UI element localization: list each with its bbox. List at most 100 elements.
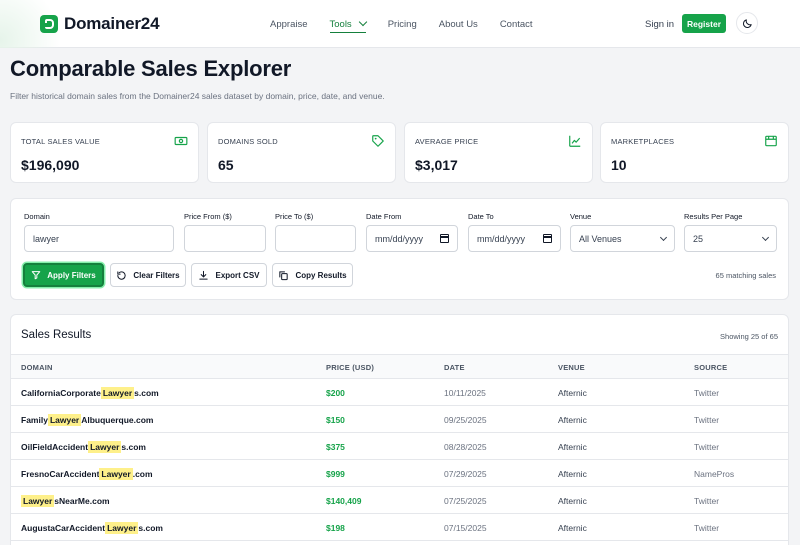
per-page-label: Results Per Page [684, 212, 743, 221]
domain-cell[interactable]: FresnoCarAccident Lawyer .com [21, 468, 153, 480]
register-button[interactable]: Register [682, 14, 726, 33]
price-cell: $200 [326, 388, 345, 398]
source-cell: Twitter [694, 415, 720, 425]
signin-link[interactable]: Sign in [645, 19, 674, 30]
date-cell: 09/25/2025 [444, 415, 487, 425]
results-title: Sales Results [21, 329, 92, 341]
stat-domains-sold: DOMAINS SOLD 65 [207, 122, 396, 183]
stat-marketplaces: MARKETPLACES 10 [600, 122, 789, 183]
tag-icon [372, 135, 384, 147]
domain-suffix: Albuquerque.com [81, 415, 154, 425]
domain-cell[interactable]: AugustaCarAccident Lawyer s.com [21, 522, 163, 534]
source-cell: Twitter [694, 388, 720, 398]
filter-icon [32, 271, 41, 280]
stat-label: MARKETPLACES [611, 137, 675, 146]
source-cell: NamePros [694, 469, 735, 479]
domain-prefix: CaliforniaCorporate [21, 388, 101, 398]
date-cell: 07/15/2025 [444, 523, 487, 533]
nav-link-about[interactable]: About Us [439, 0, 478, 48]
nav-link-contact[interactable]: Contact [500, 0, 533, 48]
calendar-icon[interactable] [543, 234, 552, 243]
copy-icon [279, 270, 289, 280]
stat-label: DOMAINS SOLD [218, 137, 278, 146]
domain-highlight: Lawyer [21, 495, 55, 507]
domain-prefix: OilFieldAccident [21, 442, 89, 452]
money-icon [174, 136, 188, 146]
domain-cell[interactable]: CaliforniaCorporate Lawyer s.com [21, 387, 159, 399]
chart-icon [569, 135, 581, 147]
venue-cell: Afternic [558, 388, 587, 398]
page-subtitle: Filter historical domain sales from the … [10, 91, 385, 101]
domain-highlight: Lawyer [99, 468, 133, 480]
export-csv-button[interactable]: Export CSV [191, 263, 267, 287]
source-cell: Twitter [694, 442, 720, 452]
source-cell: Twitter [694, 496, 720, 506]
apply-filters-label: Apply Filters [47, 270, 96, 280]
refresh-icon [117, 270, 126, 280]
venue-cell: Afternic [558, 469, 587, 479]
venue-cell: Afternic [558, 496, 587, 506]
theme-toggle-button[interactable] [736, 12, 758, 34]
per-page-select[interactable]: 25 [684, 225, 777, 252]
top-nav: Domainer24 Appraise Tools Pricing About … [0, 0, 800, 48]
price-from-label: Price From ($) [184, 212, 232, 221]
filters-panel: Domain lawyer Price From ($) Price To ($… [10, 198, 789, 300]
venue-select[interactable]: All Venues [570, 225, 675, 252]
table-row: AugustaCarAccident Lawyer s.com $198 07/15… [11, 514, 788, 541]
export-csv-label: Export CSV [215, 270, 260, 280]
stat-value: $196,090 [21, 157, 80, 173]
nav-link-appraise[interactable]: Appraise [270, 0, 308, 48]
logo-icon [40, 15, 58, 33]
date-from-value: mm/dd/yyyy [375, 233, 424, 244]
clear-filters-label: Clear Filters [133, 270, 180, 280]
price-to-input[interactable] [275, 225, 356, 252]
domain-suffix: s.com [138, 523, 163, 533]
moon-icon [742, 18, 752, 28]
showing-count: Showing 25 of 65 [720, 332, 778, 341]
domain-highlight: Lawyer [100, 387, 135, 399]
price-to-label: Price To ($) [275, 212, 314, 221]
results-panel: Sales Results Showing 25 of 65 DOMAIN PR… [10, 314, 789, 545]
table-row: Family Lawyer Albuquerque.com $150 09/25/2… [11, 406, 788, 433]
domain-suffix: s.com [121, 442, 146, 452]
table-header: DOMAIN PRICE (USD) DATE VENUE SOURCE [11, 354, 788, 379]
page-title: Comparable Sales Explorer [10, 56, 292, 81]
store-icon [765, 135, 777, 147]
domain-suffix: s.com [134, 388, 159, 398]
domain-highlight: Lawyer [47, 414, 82, 426]
column-header-venue[interactable]: VENUE [558, 363, 585, 372]
price-cell: $140,409 [326, 496, 362, 506]
source-cell: Twitter [694, 523, 720, 533]
copy-results-button[interactable]: Copy Results [272, 263, 353, 287]
stat-value: 10 [611, 157, 627, 173]
price-cell: $999 [326, 469, 345, 479]
date-from-input[interactable]: mm/dd/yyyy [366, 225, 458, 252]
column-header-source[interactable]: SOURCE [694, 363, 727, 372]
nav-link-tools[interactable]: Tools [329, 0, 367, 48]
domain-cell[interactable]: OilFieldAccident Lawyer s.com [21, 441, 146, 453]
column-header-domain[interactable]: DOMAIN [21, 363, 53, 372]
table-row: FresnoCarAccident Lawyer .com $999 07/29/2… [11, 460, 788, 487]
table-row: CaliforniaCorporate Lawyer s.com $200 10/1… [11, 379, 788, 406]
calendar-icon[interactable] [440, 234, 449, 243]
nav-link-pricing[interactable]: Pricing [388, 0, 417, 48]
date-cell: 10/11/2025 [444, 388, 486, 398]
brand-logo[interactable]: Domainer24 [40, 14, 160, 34]
copy-results-label: Copy Results [295, 270, 347, 280]
venue-cell: Afternic [558, 442, 587, 452]
domain-prefix: Family [21, 415, 48, 425]
column-header-price[interactable]: PRICE (USD) [326, 363, 374, 372]
table-row: Lawyer sNearMe.com $140,409 07/25/2025 Af… [11, 487, 788, 514]
domain-cell[interactable]: Lawyer sNearMe.com [21, 495, 110, 507]
price-cell: $198 [326, 523, 345, 533]
domain-prefix: AugustaCarAccident [21, 523, 106, 533]
nav-links: Appraise Tools Pricing About Us Contact [270, 0, 555, 48]
domain-cell[interactable]: Family Lawyer Albuquerque.com [21, 414, 154, 426]
column-header-date[interactable]: DATE [444, 363, 465, 372]
apply-filters-button[interactable]: Apply Filters [23, 263, 104, 287]
domain-input[interactable]: lawyer [24, 225, 174, 252]
price-from-input[interactable] [184, 225, 266, 252]
matching-count: 65 matching sales [715, 271, 776, 280]
date-to-input[interactable]: mm/dd/yyyy [468, 225, 561, 252]
clear-filters-button[interactable]: Clear Filters [110, 263, 186, 287]
